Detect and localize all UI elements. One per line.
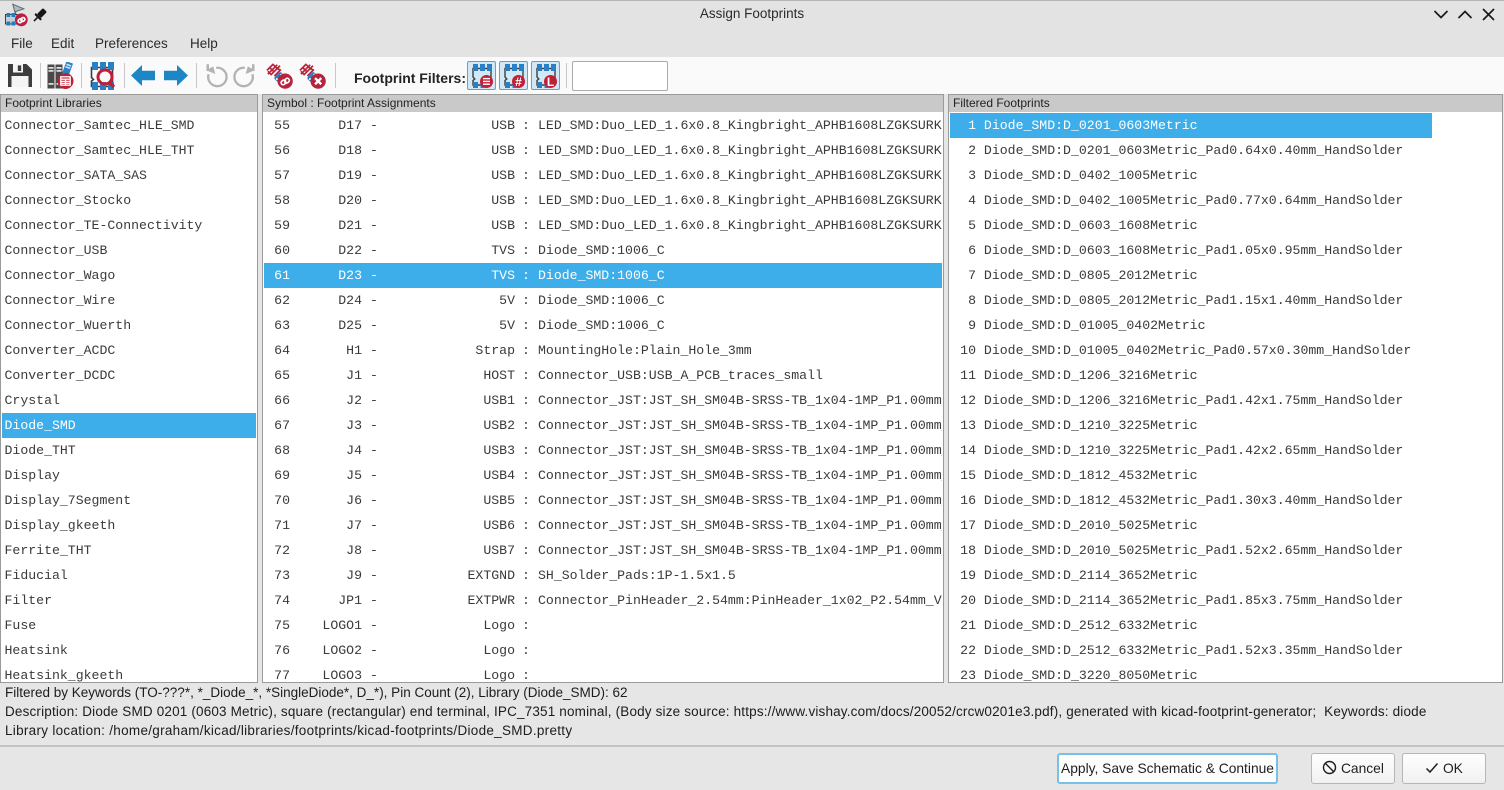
svg-text:#: # — [515, 75, 522, 88]
svg-text:L: L — [547, 75, 554, 88]
